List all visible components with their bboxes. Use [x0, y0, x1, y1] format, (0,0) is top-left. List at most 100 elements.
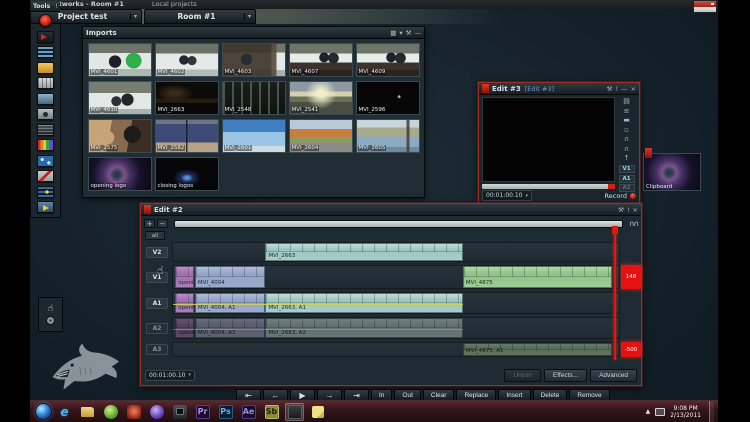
headphones-icon[interactable]: ∩ [624, 135, 629, 145]
share-icon[interactable]: ↑ [624, 154, 630, 164]
monitor-small-icon[interactable]: ▫ [624, 126, 629, 136]
edit3-track-v1[interactable]: V1 [619, 165, 635, 173]
chevron-down-icon[interactable]: ▾ [244, 13, 251, 20]
chevron-down-icon[interactable]: ▾ [130, 13, 137, 20]
settings-wrench-icon[interactable]: ⚒ [618, 206, 624, 214]
chevron-down-icon[interactable]: ▾ [526, 193, 529, 199]
track-label-v2[interactable]: V2 [142, 242, 172, 262]
pin-icon[interactable]: ! [627, 206, 630, 214]
screen-recorder-widget[interactable] [693, 0, 717, 13]
show-desktop-button[interactable] [709, 401, 714, 422]
track-lanes[interactable]: MVI_4875, A1 [172, 342, 620, 357]
advanced-button[interactable]: Advanced [590, 369, 637, 382]
playhead[interactable] [614, 226, 616, 360]
taskbar-app-soundbooth[interactable]: Sb [262, 403, 281, 421]
hand-tool-box[interactable]: ☝ [38, 297, 63, 332]
reel-icon[interactable] [46, 316, 55, 325]
edit2-timecode[interactable]: 00:01:00.10 ▾ [145, 370, 195, 381]
timeline-clip[interactable]: MVI_2663, A2 [265, 318, 463, 338]
taskbar-app-app-red[interactable] [124, 403, 143, 421]
timeline-clip[interactable]: opening [175, 293, 194, 313]
taskbar-app-explorer[interactable] [78, 403, 97, 421]
track-lanes[interactable]: MVI_2663 [172, 242, 620, 262]
list-icon[interactable]: ≡ [624, 107, 630, 117]
tool-record-icon[interactable] [39, 14, 52, 27]
timeline-clip[interactable]: opening [175, 318, 194, 338]
close-icon[interactable]: × [633, 206, 638, 214]
tool-export-icon[interactable] [37, 201, 54, 213]
tab-room-1[interactable]: Room #1 ▾ [144, 9, 256, 24]
track-lanes[interactable]: openingMVI_4004, A1MVI_2663, A1 [172, 292, 620, 314]
edit3-track-a1[interactable]: A1 [619, 175, 635, 183]
tool-trim-icon[interactable] [37, 170, 54, 182]
start-button[interactable] [35, 403, 52, 420]
tool-camera-icon[interactable] [37, 108, 54, 120]
zoom-out-button[interactable]: − [157, 219, 168, 228]
tools-header[interactable]: Tools ! [31, 1, 60, 12]
timeline-clip[interactable]: MVI_4875, A1 [463, 343, 612, 356]
import-thumbnail[interactable]: opening logo [88, 157, 152, 191]
edit3-viewer[interactable] [482, 97, 615, 182]
headphones-alt-icon[interactable]: ∩ [624, 145, 629, 155]
network-icon[interactable] [655, 408, 665, 416]
timeline-clip[interactable]: MVI_2663 [265, 243, 463, 261]
pin-icon[interactable]: ! [615, 85, 618, 93]
tool-scopes-icon[interactable] [37, 139, 54, 151]
taskbar-app-camera-utility[interactable] [170, 403, 189, 421]
timeline-clip[interactable]: MVI_4004 [195, 266, 265, 288]
settings-wrench-icon[interactable]: ⚒ [607, 85, 613, 93]
minimize-icon[interactable]: — [621, 85, 628, 93]
clipboard-tile[interactable]: Clipboard [643, 148, 701, 194]
tool-console-icon[interactable] [37, 77, 54, 89]
timeline-clip[interactable]: MVI_4875 [463, 266, 612, 288]
timeline-scrollbar[interactable] [174, 220, 623, 228]
taskbar-app-after-effects[interactable]: Ae [239, 403, 258, 421]
view-grid-icon[interactable]: ▦ [390, 29, 396, 37]
edit3-timecode[interactable]: 00:01:00.10 ▾ [482, 190, 532, 201]
tool-archive-icon[interactable] [37, 93, 54, 105]
zoom-in-button[interactable]: + [144, 219, 155, 228]
tool-tracks-icon[interactable] [37, 186, 54, 198]
import-thumbnail[interactable]: MVI_4610 [88, 81, 152, 115]
close-icon[interactable]: × [631, 85, 636, 93]
import-thumbnail[interactable]: closing logos [155, 157, 219, 191]
taskbar-app-lightworks[interactable] [285, 403, 304, 421]
taskbar-clock[interactable]: 9:08 PM 2/13/2011 [670, 405, 704, 419]
import-thumbnail[interactable]: MVI_2663 [155, 81, 219, 115]
import-thumbnail[interactable]: MVI_2548 [222, 81, 286, 115]
import-thumbnail[interactable]: MVI_4607 [289, 43, 353, 77]
chevron-down-icon[interactable]: ▾ [189, 372, 192, 378]
recorder-stop-button[interactable] [694, 1, 716, 7]
record-button[interactable] [630, 193, 636, 199]
view-caret-icon[interactable]: ▾ [399, 29, 402, 37]
playhead-marker[interactable] [612, 226, 618, 234]
import-thumbnail[interactable]: MVI_4601 [88, 43, 152, 77]
glove-icon[interactable]: ☝ [48, 304, 53, 314]
taskbar-app-internet-explorer[interactable]: e [55, 403, 74, 421]
timeline-clip[interactable]: opening [175, 266, 194, 288]
tool-import-icon[interactable] [37, 31, 54, 43]
import-thumbnail[interactable]: MVI_2604 [289, 119, 353, 153]
import-thumbnail[interactable]: MVI_2575 [88, 119, 152, 153]
import-thumbnail[interactable]: MVI_2541 [289, 81, 353, 115]
tray-up-icon[interactable]: ▲ [646, 408, 651, 415]
import-thumbnail[interactable]: MVI_4609 [356, 43, 420, 77]
import-thumbnail[interactable]: MVI_2601 [222, 119, 286, 153]
track-label-a3[interactable]: A3 [142, 342, 172, 357]
folder-icon[interactable]: ▤ [623, 97, 630, 107]
edit3-header[interactable]: Edit #3 [Edit #3] ⚒ ! — × [479, 83, 639, 95]
tool-bin-icon[interactable] [37, 62, 54, 74]
timeline-clip[interactable]: MVI_2663, A1 [265, 293, 463, 313]
tool-keyboard-icon[interactable] [37, 124, 54, 136]
tool-sequence-icon[interactable] [37, 46, 54, 58]
import-thumbnail[interactable]: MVI_2596 [356, 81, 420, 115]
import-thumbnail[interactable]: MVI_2605 [356, 119, 420, 153]
track-lanes[interactable]: openingMVI_4004 MVI_4875 [172, 265, 620, 289]
headphones-icon[interactable]: ∩∩ [629, 219, 638, 228]
timeline-all-button[interactable]: all [145, 231, 165, 240]
timeline-clip[interactable]: MVI_4004, A2 [195, 318, 265, 338]
pin-icon[interactable]: ! [55, 2, 58, 10]
import-thumbnail[interactable]: MVI_4603 [222, 43, 286, 77]
taskbar-app-media-player-purple[interactable] [147, 403, 166, 421]
minimize-icon[interactable]: — [415, 29, 422, 37]
